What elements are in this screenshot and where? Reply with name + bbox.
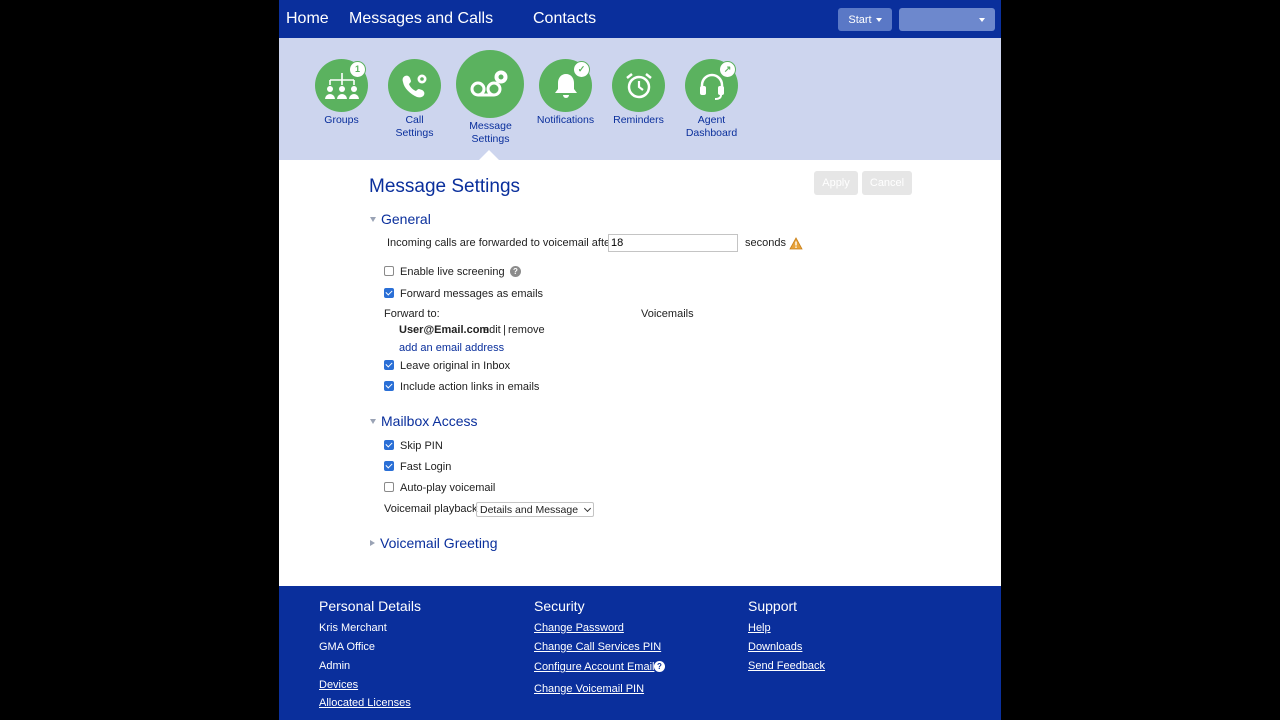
forward-delay-label: Incoming calls are forwarded to voicemai… — [387, 237, 614, 249]
change-cs-pin-link[interactable]: Change Call Services PIN — [534, 641, 661, 653]
edit-email-link[interactable]: edit — [483, 324, 501, 336]
nav-home-link[interactable]: Home — [286, 10, 329, 28]
tile-groups-label: Groups — [324, 114, 359, 126]
section-general-header[interactable]: General — [370, 211, 431, 227]
start-dropdown-button[interactable]: Start — [838, 8, 892, 31]
groups-count-badge: 1 — [349, 61, 366, 78]
tile-agent-dashboard[interactable]: ↗ Agent Dashboard — [685, 59, 738, 143]
tile-message-settings-label-2: Settings — [471, 133, 510, 145]
section-mailbox-title: Mailbox Access — [381, 413, 478, 429]
remove-email-link[interactable]: remove — [508, 324, 545, 336]
leave-original-checkbox[interactable] — [384, 360, 394, 370]
fast-login-checkbox[interactable] — [384, 461, 394, 471]
playback-select[interactable]: Details and Message — [476, 502, 594, 517]
voicemails-column-label: Voicemails — [641, 308, 694, 320]
tile-message-settings[interactable]: Message Settings — [456, 50, 524, 146]
footer-support-title: Support — [748, 598, 798, 614]
add-email-link[interactable]: add an email address — [399, 342, 504, 354]
change-password-link[interactable]: Change Password — [534, 622, 624, 634]
tile-notifications[interactable]: ✓ Notifications — [536, 59, 595, 129]
forward-to-label: Forward to: — [384, 308, 440, 320]
page-title: Message Settings — [369, 176, 521, 197]
leave-original-label: Leave original in Inbox — [400, 360, 511, 372]
expand-triangle-icon — [370, 540, 375, 546]
forward-email-address: User@Email.com — [399, 324, 490, 336]
help-icon[interactable]: ? — [654, 661, 665, 672]
nav-messages-calls-link[interactable]: Messages and Calls — [349, 10, 493, 28]
help-icon[interactable]: ? — [510, 266, 521, 277]
start-label: Start — [848, 13, 872, 26]
caret-down-icon — [875, 17, 882, 22]
warning-icon — [789, 237, 803, 250]
tile-groups[interactable]: 1 Groups — [315, 59, 368, 129]
section-general-title: General — [381, 211, 431, 227]
footer-licenses-link[interactable]: Allocated Licenses — [319, 697, 411, 709]
collapse-triangle-icon — [370, 216, 376, 222]
tile-reminders[interactable]: Reminders — [612, 59, 665, 129]
action-links-label: Include action links in emails — [400, 381, 540, 393]
tile-agent-dashboard-label-2: Dashboard — [685, 127, 738, 139]
apply-button[interactable]: Apply — [814, 171, 858, 195]
live-screening-checkbox[interactable] — [384, 266, 394, 276]
playback-selected-value: Details and Message — [480, 503, 579, 516]
call-settings-icon — [388, 59, 441, 112]
footer: Personal Details Kris Merchant GMA Offic… — [279, 586, 1001, 720]
change-vm-pin-link[interactable]: Change Voicemail PIN — [534, 683, 644, 695]
app-window: Home Messages and Calls Contacts Start 1… — [279, 0, 1001, 720]
footer-office: GMA Office — [319, 641, 376, 653]
forward-emails-checkbox[interactable] — [384, 288, 394, 298]
section-mailbox-header[interactable]: Mailbox Access — [370, 413, 477, 429]
cancel-button[interactable]: Cancel — [862, 171, 912, 195]
configure-email-link[interactable]: Configure Account Email — [534, 661, 654, 673]
tile-reminders-label: Reminders — [613, 114, 664, 126]
footer-security-title: Security — [534, 598, 585, 614]
user-dropdown-button[interactable] — [899, 8, 995, 31]
skip-pin-label: Skip PIN — [400, 440, 443, 452]
external-link-badge: ↗ — [719, 61, 736, 78]
collapse-triangle-icon — [370, 418, 376, 424]
alarm-clock-icon — [612, 59, 665, 112]
caret-down-icon — [979, 18, 985, 22]
forward-emails-label: Forward messages as emails — [400, 288, 544, 300]
section-greeting-title: Voicemail Greeting — [380, 535, 498, 551]
autoplay-label: Auto-play voicemail — [400, 482, 496, 494]
tile-agent-dashboard-label-1: Agent — [697, 114, 726, 126]
fast-login-label: Fast Login — [400, 461, 452, 473]
autoplay-checkbox[interactable] — [384, 482, 394, 492]
live-screening-label: Enable live screening — [400, 266, 505, 278]
section-greeting-header[interactable]: Voicemail Greeting — [370, 535, 498, 551]
chevron-down-icon — [583, 504, 592, 512]
tile-label: Agent Dashboard — [665, 114, 758, 140]
skip-pin-checkbox[interactable] — [384, 440, 394, 450]
tile-notifications-label: Notifications — [536, 114, 595, 126]
action-links-checkbox[interactable] — [384, 381, 394, 391]
top-nav-bar: Home Messages and Calls Contacts Start — [279, 0, 1001, 38]
send-feedback-link[interactable]: Send Feedback — [748, 660, 825, 672]
voicemail-settings-icon — [456, 50, 524, 118]
forward-delay-input[interactable] — [608, 234, 738, 252]
active-tile-pointer — [479, 150, 499, 160]
notifications-check-badge: ✓ — [573, 61, 590, 78]
downloads-link[interactable]: Downloads — [748, 641, 802, 653]
footer-user-name: Kris Merchant — [319, 622, 387, 634]
footer-role: Admin — [319, 660, 351, 672]
tile-call-settings[interactable]: Call Settings — [388, 59, 441, 143]
seconds-label: seconds — [745, 237, 786, 249]
help-link[interactable]: Help — [748, 622, 771, 634]
footer-devices-link[interactable]: Devices — [319, 679, 358, 691]
link-separator: | — [503, 324, 506, 336]
nav-contacts-link[interactable]: Contacts — [533, 10, 596, 28]
playback-label: Voicemail playback — [384, 503, 478, 515]
feature-icon-bar: 1 Groups Call Settings Message Settings … — [279, 38, 1001, 160]
footer-personal-title: Personal Details — [319, 598, 421, 614]
